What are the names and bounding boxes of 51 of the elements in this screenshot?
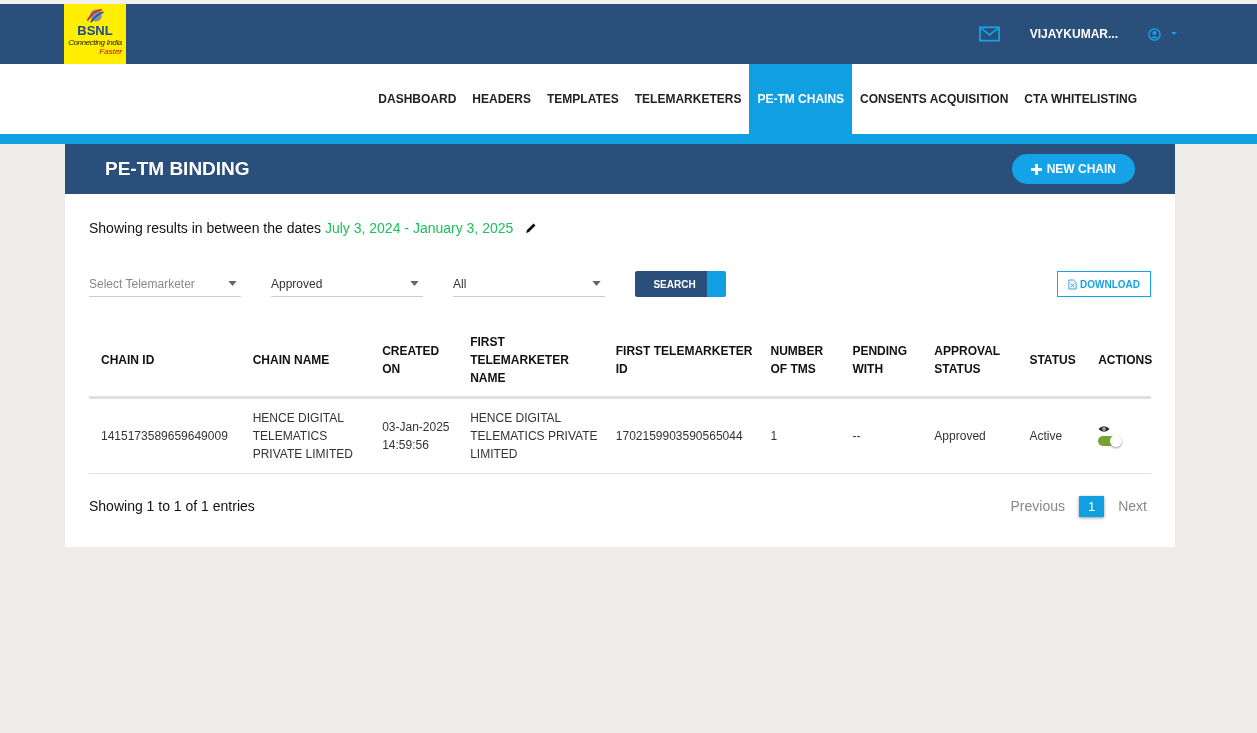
table-cell: HENCE DIGITAL TELEMATICS PRIVATE LIMITED <box>252 410 353 461</box>
previous-link[interactable]: Previous <box>1006 498 1069 514</box>
view-icon[interactable] <box>1098 425 1111 433</box>
filter-dropdown[interactable]: Approved <box>271 271 423 297</box>
table-cell: -- <box>852 428 861 443</box>
table-cell: HENCE DIGITAL TELEMATICS PRIVATE LIMITED <box>470 410 598 461</box>
dropdown-arrow-icon <box>410 281 419 286</box>
nav-tab[interactable]: TELEMARKETERS <box>626 64 750 134</box>
column-header: FIRST TELEMARKETER NAME <box>470 335 569 386</box>
dropdown-arrow-icon <box>228 281 237 286</box>
excel-file-icon <box>1068 278 1077 290</box>
mail-icon[interactable] <box>978 26 1000 42</box>
search-button[interactable]: SEARCH <box>635 271 726 297</box>
status-toggle[interactable] <box>1098 436 1123 446</box>
column-header: PENDING WITH <box>852 344 908 377</box>
nav-tab[interactable]: CTA WHITELISTING <box>1016 64 1145 134</box>
nav-tab[interactable]: CONSENTS ACQUISITION <box>852 64 1017 134</box>
nav-tab[interactable]: TEMPLATES <box>539 64 627 134</box>
table-cell: 1 <box>770 428 778 443</box>
column-header: NUMBER OF TMS <box>770 344 824 377</box>
panel-title: PE-TM BINDING <box>105 158 250 180</box>
plus-icon <box>1030 163 1042 175</box>
filter-dropdown[interactable]: All <box>453 271 605 297</box>
next-link[interactable]: Next <box>1114 498 1151 514</box>
nav-tab[interactable]: DASHBOARD <box>370 64 465 134</box>
table-cell: 03-Jan-2025 14:59:56 <box>382 419 450 452</box>
user-avatar-icon[interactable] <box>1148 27 1161 41</box>
table-cell: Approved <box>934 428 986 443</box>
column-header: CHAIN NAME <box>252 353 330 368</box>
globe-icon <box>84 7 106 24</box>
logo-tagline: Faster <box>99 47 122 56</box>
column-header: APPROVAL STATUS <box>934 344 1000 377</box>
entries-summary: Showing 1 to 1 of 1 entries <box>89 498 255 514</box>
filter-dropdown[interactable]: Select Telemarketer <box>89 271 241 297</box>
nav-tab[interactable]: HEADERS <box>464 64 539 134</box>
logo-text: BSNL <box>77 24 113 38</box>
column-header: CREATED ON <box>382 344 440 377</box>
column-header: CHAIN ID <box>101 353 155 368</box>
date-range-label: Showing results in between the dates <box>89 220 321 236</box>
table-cell: 1702159903590565044 <box>615 428 743 443</box>
pencil-icon[interactable] <box>525 222 538 234</box>
logo-tagline: Connecting India <box>68 38 122 47</box>
dropdown-arrow-icon <box>592 281 601 286</box>
column-header: STATUS <box>1029 353 1076 368</box>
column-header: ACTIONS <box>1098 353 1153 368</box>
bsnl-logo[interactable]: BSNL Connecting India Faster <box>64 4 126 64</box>
caret-icon[interactable] <box>1171 32 1177 36</box>
table-cell: Active <box>1029 428 1063 443</box>
column-header: FIRST TELEMARKETER ID <box>615 344 753 377</box>
table-cell: 1415173589659649009 <box>101 428 228 443</box>
user-name[interactable]: VIJAYKUMAR... <box>1029 27 1118 41</box>
